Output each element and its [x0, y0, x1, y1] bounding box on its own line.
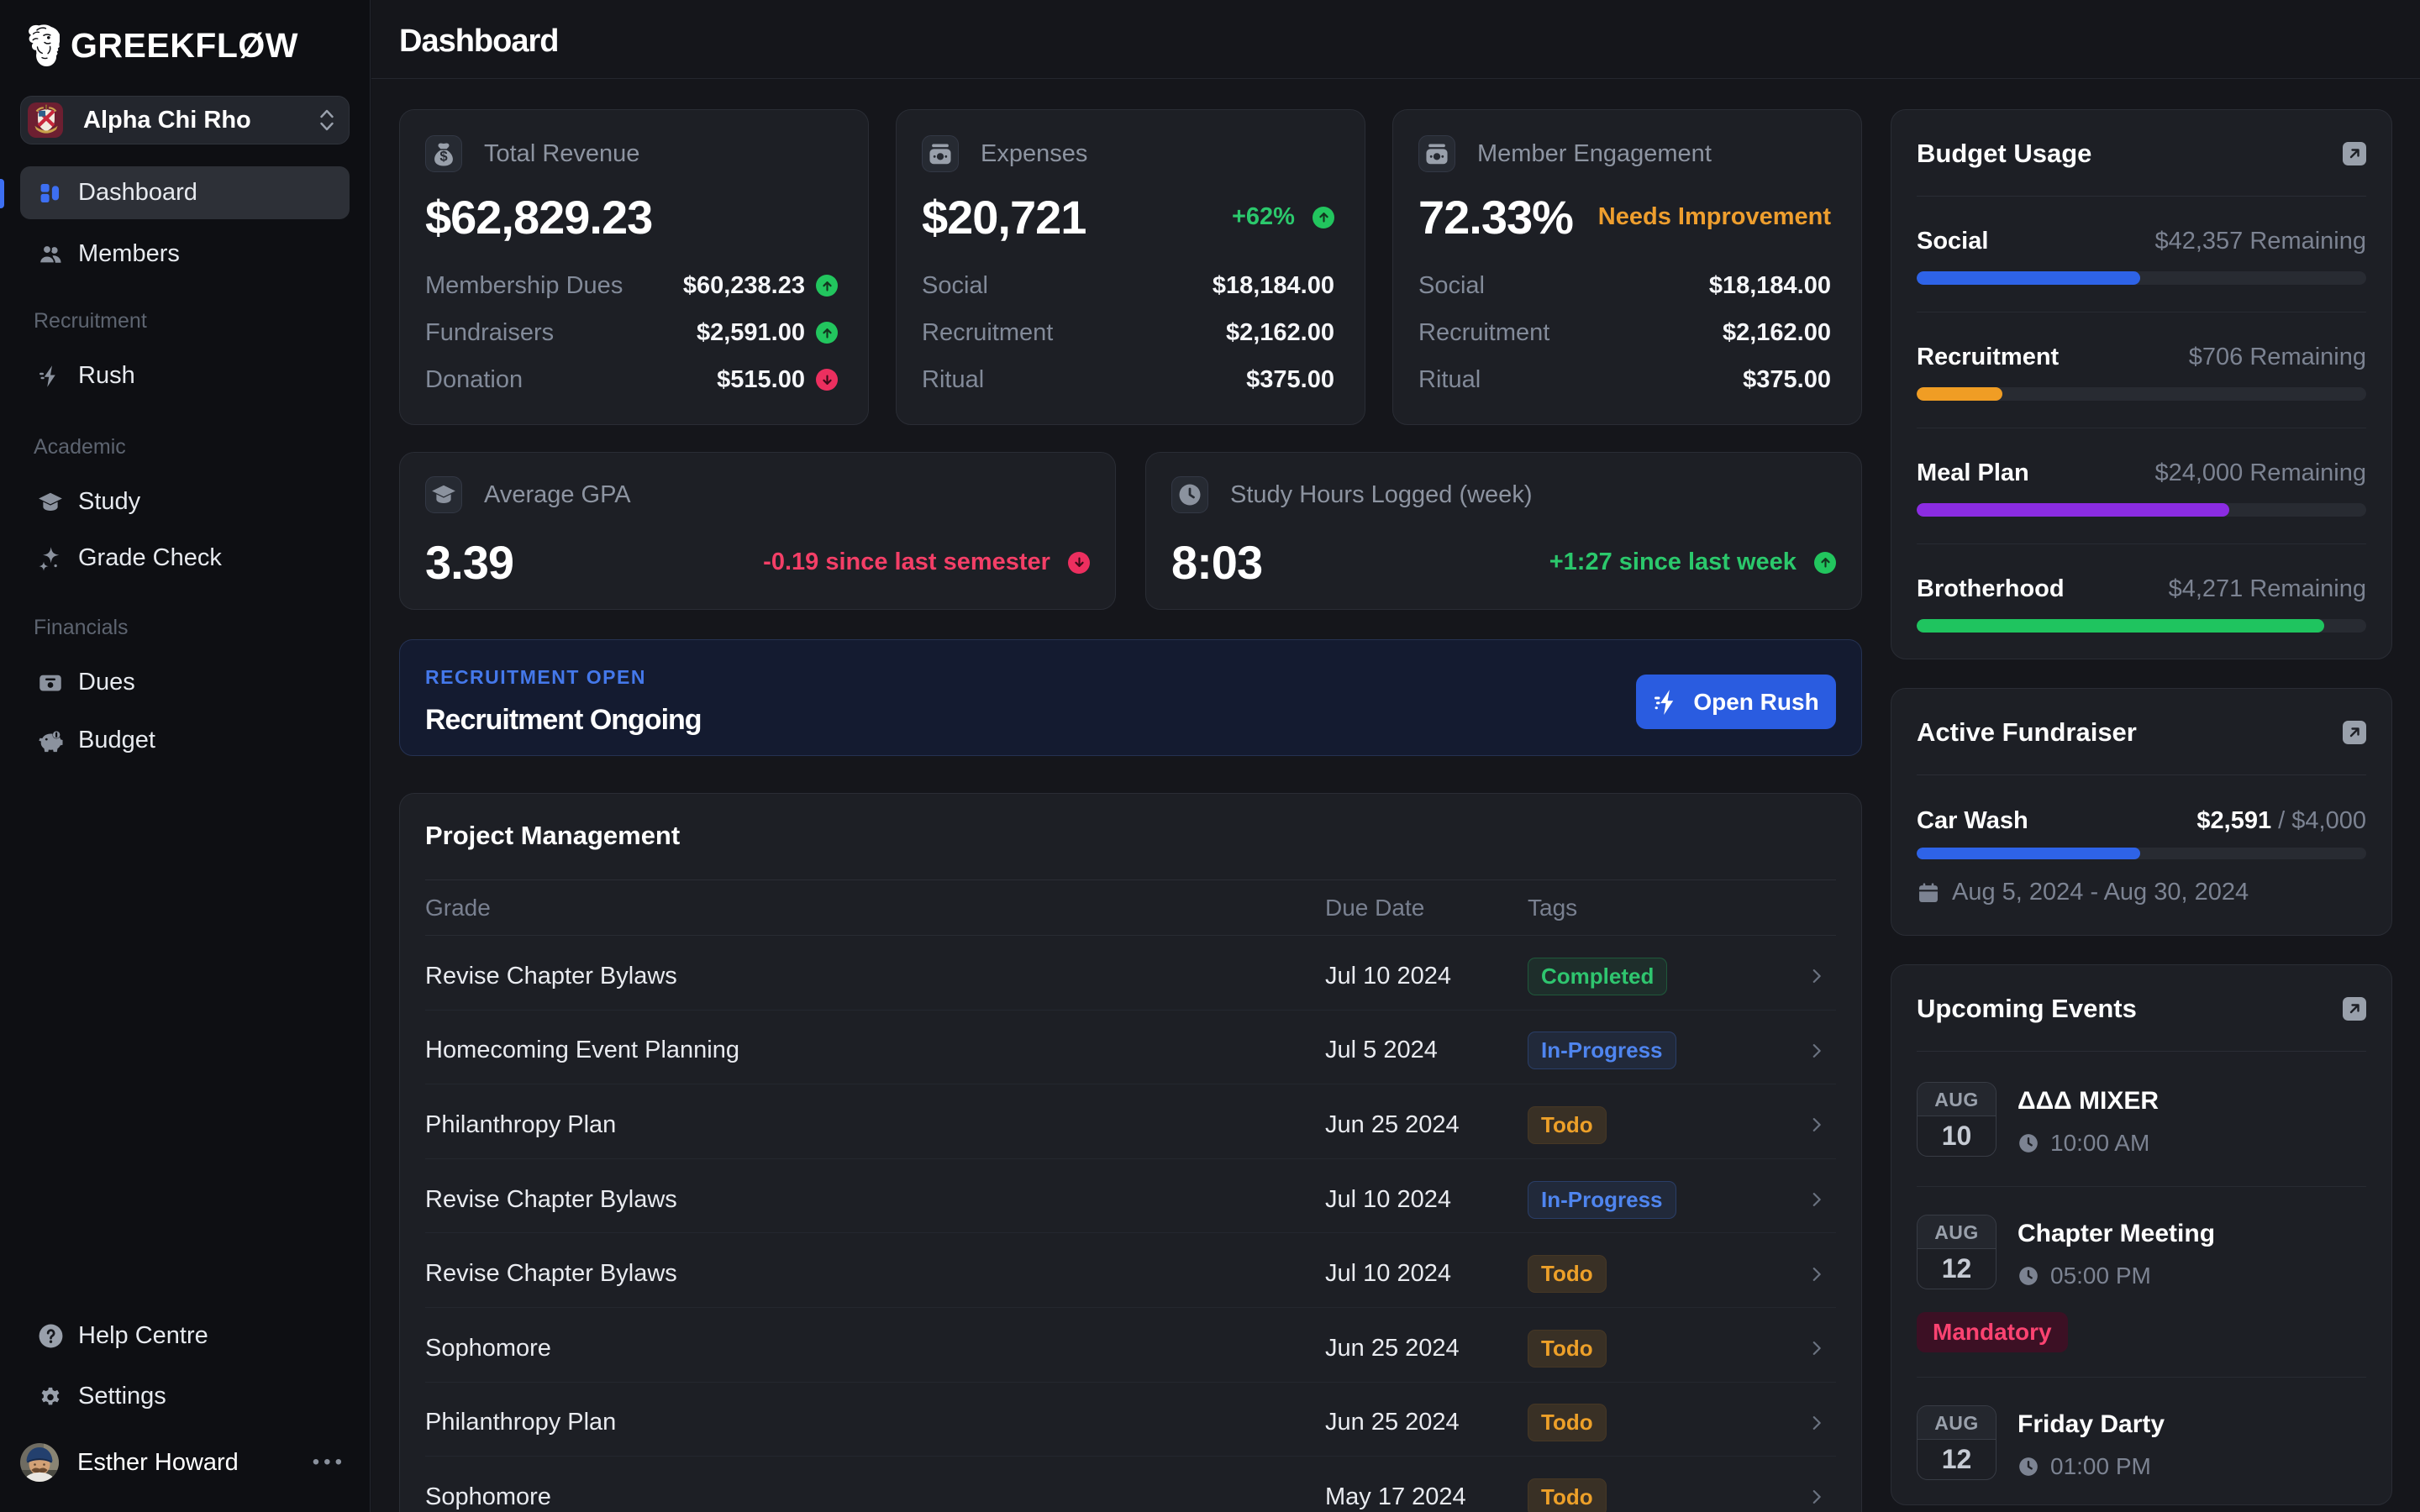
- svg-text:$: $: [439, 148, 448, 164]
